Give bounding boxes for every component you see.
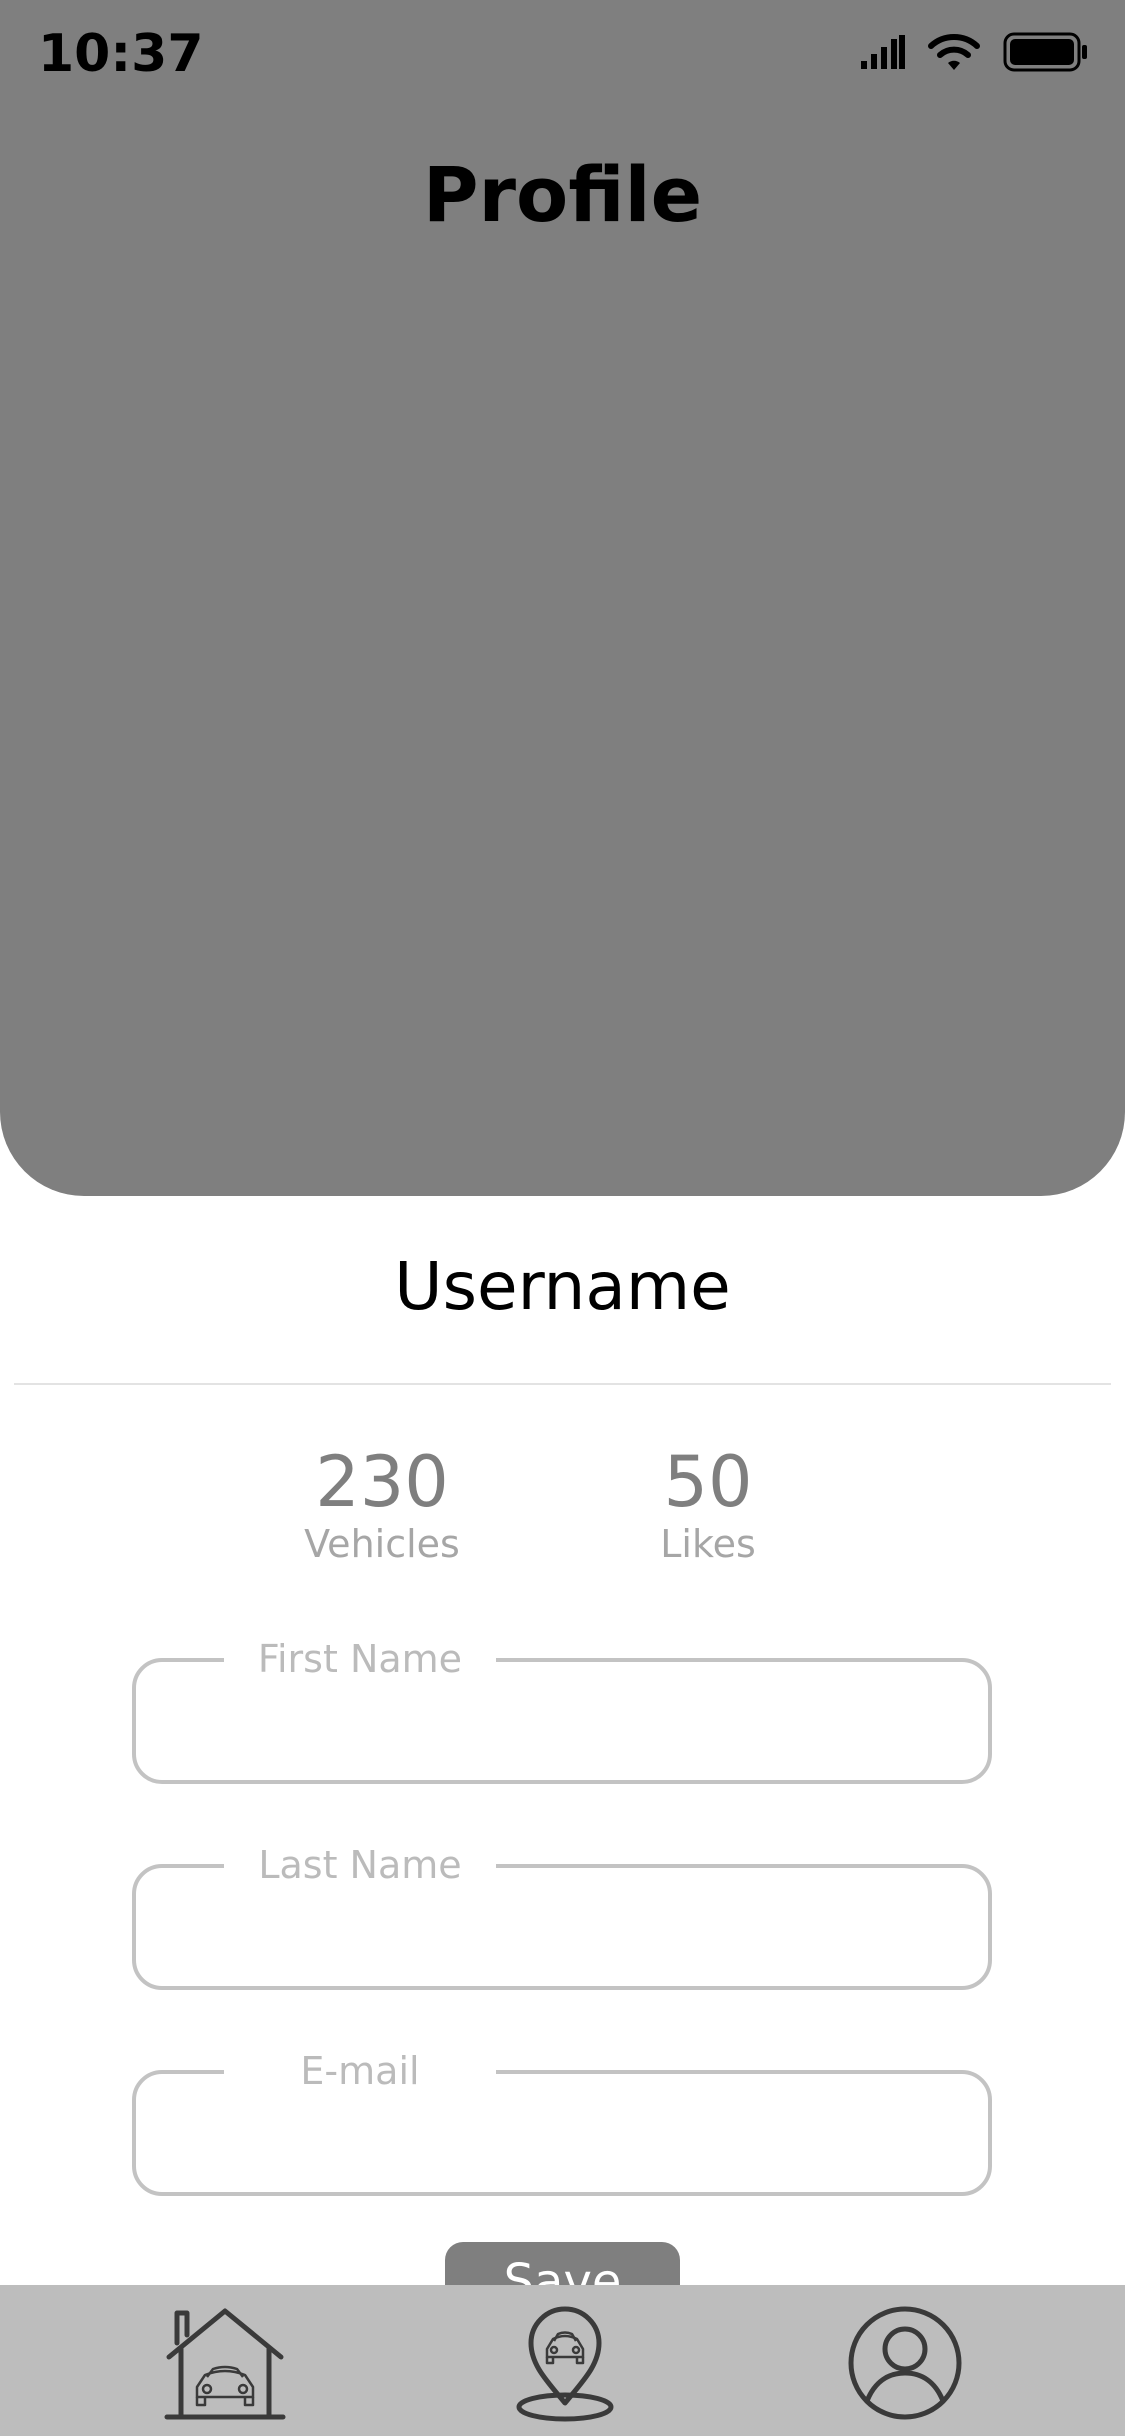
first-name-label: First Name bbox=[224, 1634, 496, 1684]
first-name-input[interactable] bbox=[166, 1702, 960, 1764]
profile-username: Username bbox=[394, 1248, 731, 1325]
tab-garage[interactable] bbox=[160, 2303, 290, 2427]
stat-likes-label: Likes bbox=[660, 1522, 756, 1566]
stat-vehicles-value: 230 bbox=[315, 1441, 449, 1523]
signal-icon bbox=[861, 35, 905, 73]
stat-likes: 50 Likes bbox=[588, 1440, 828, 1564]
page-title: Profile bbox=[422, 150, 703, 239]
garage-car-icon bbox=[163, 2305, 287, 2425]
last-name-input[interactable] bbox=[166, 1908, 960, 1970]
tab-profile[interactable] bbox=[840, 2303, 970, 2427]
profile-header-banner: 10:37 Profile bbox=[0, 0, 1125, 1196]
stat-vehicles-label: Vehicles bbox=[304, 1522, 460, 1566]
status-bar-icons bbox=[861, 32, 1089, 76]
last-name-field[interactable]: Last Name bbox=[132, 1840, 992, 1990]
email-field[interactable]: E-mail bbox=[132, 2046, 992, 2196]
status-bar-time: 10:37 bbox=[38, 24, 204, 84]
user-profile-icon bbox=[847, 2305, 963, 2425]
email-label: E-mail bbox=[224, 2046, 496, 2096]
car-location-pin-icon bbox=[513, 2303, 617, 2427]
battery-icon bbox=[1003, 32, 1089, 76]
divider bbox=[14, 1383, 1111, 1385]
last-name-label: Last Name bbox=[224, 1840, 496, 1890]
email-input[interactable] bbox=[166, 2114, 960, 2176]
stat-likes-value: 50 bbox=[663, 1441, 753, 1523]
stat-vehicles: 230 Vehicles bbox=[262, 1440, 502, 1564]
bottom-tab-bar bbox=[0, 2285, 1125, 2436]
first-name-field[interactable]: First Name bbox=[132, 1634, 992, 1784]
wifi-icon bbox=[927, 32, 981, 76]
tab-car-locator[interactable] bbox=[500, 2303, 630, 2427]
